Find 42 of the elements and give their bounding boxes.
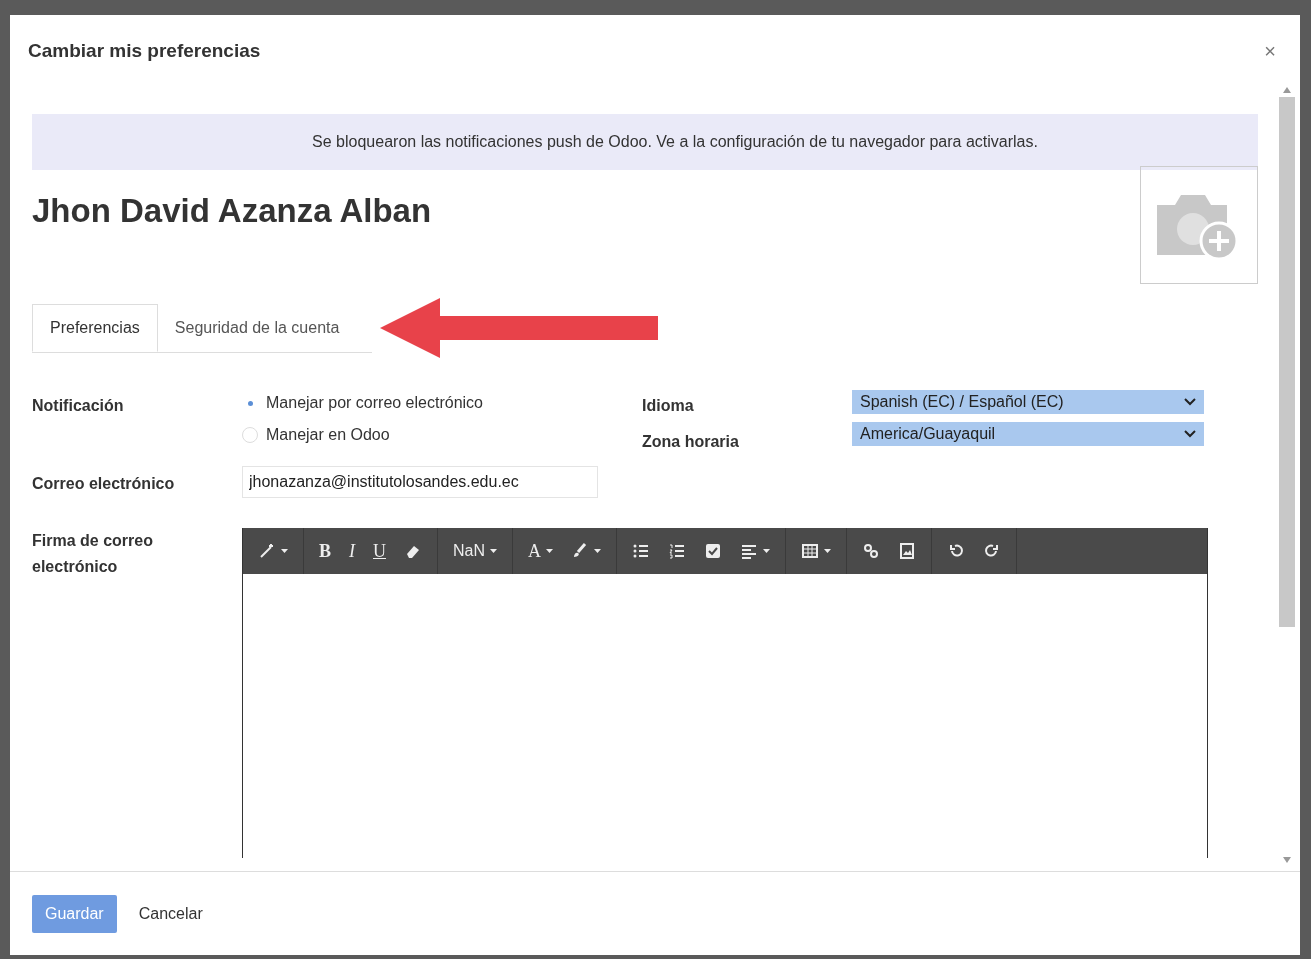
image-icon xyxy=(898,542,917,560)
field-label: Firma de correo electrónico xyxy=(32,531,154,577)
field-label: Notificación xyxy=(32,396,125,416)
align-left-icon xyxy=(740,542,759,560)
chevron-icon xyxy=(1184,398,1196,406)
link-icon xyxy=(862,542,881,560)
numbered-list-icon xyxy=(668,542,687,560)
email-field[interactable]: jhonazanza@institutolosandes.edu.ec xyxy=(242,466,598,498)
checkbox-icon xyxy=(704,542,723,560)
caret-icon xyxy=(490,549,498,553)
field-label: Zona horaria xyxy=(642,432,740,452)
caret-icon xyxy=(824,549,832,553)
timezone-select[interactable]: America/Guayaquil xyxy=(852,422,1204,446)
caret-icon xyxy=(763,549,771,553)
underline-button[interactable]: U xyxy=(364,534,395,568)
scroll-up-icon xyxy=(1283,87,1291,93)
font-size-button[interactable]: NaN xyxy=(444,534,507,568)
radio-option[interactable]: Manejar por correo electrónico xyxy=(242,390,642,416)
tab[interactable]: Preferencias xyxy=(32,303,158,352)
italic-button[interactable]: I xyxy=(340,534,364,568)
cancel-button[interactable]: Cancelar xyxy=(138,894,203,933)
language-select[interactable]: Spanish (EC) / Español (EC) xyxy=(852,390,1204,414)
radio-option[interactable]: Manejar en Odoo xyxy=(242,422,642,448)
bold-button[interactable]: B xyxy=(310,534,340,568)
chevron-icon xyxy=(1184,430,1196,438)
signature-editor[interactable]: B I U NaN A xyxy=(242,528,1208,858)
caret-icon xyxy=(546,549,554,553)
tab[interactable]: Seguridad de la cuenta xyxy=(157,303,357,352)
magic-wand-icon xyxy=(258,542,276,560)
notification-banner: Se bloquearon las notificaciones push de Odoo. Ve a la configuración de tu navegador para activarlas. xyxy=(32,114,1258,170)
caret-icon xyxy=(594,549,602,553)
field-label: Idioma xyxy=(642,396,695,416)
user-name: Jhon David Azanza Alban xyxy=(32,191,432,231)
caret-icon xyxy=(281,549,288,553)
font-color-button[interactable]: A xyxy=(519,534,563,568)
scroll-down-icon xyxy=(1283,857,1291,863)
field-label: Correo electrónico xyxy=(32,474,176,494)
undo-icon xyxy=(947,542,966,560)
close-button[interactable]: × xyxy=(1264,36,1282,66)
dialog-title: Cambiar mis preferencias xyxy=(28,38,261,63)
table-icon xyxy=(801,542,820,560)
bullet-list-icon xyxy=(632,542,651,560)
